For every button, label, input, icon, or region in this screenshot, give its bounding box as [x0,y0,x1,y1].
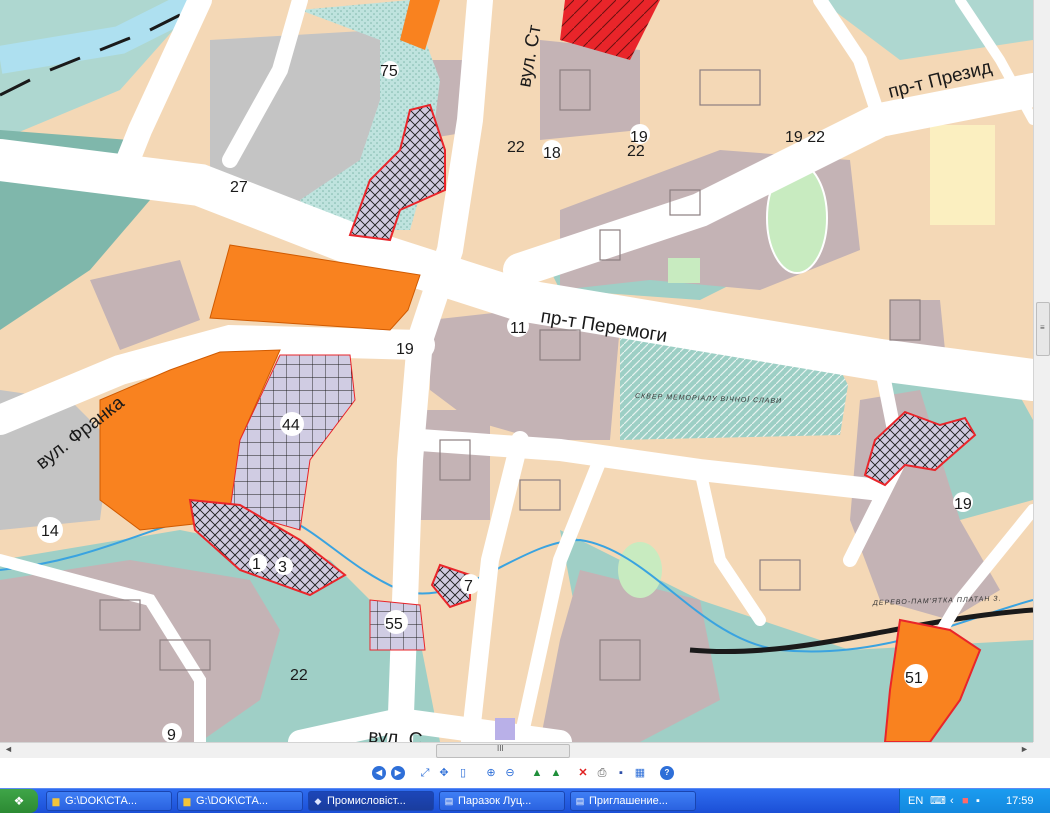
map-toolbar: ◀ ▶ ⤢ ✥ ▯ ⊕ ⊖ ▲ ▲ ✕ ⎙ ▪ ▦ ? [0,758,1050,788]
measure-up-icon[interactable]: ▲ [530,766,544,780]
vertical-scrollbar[interactable]: ≡ [1033,0,1050,742]
scroll-left-arrow[interactable]: ◄ [4,744,13,754]
zoom-out-icon[interactable]: ⊖ [503,766,517,780]
scrollbar-corner [1033,742,1050,758]
horizontal-scroll-thumb[interactable]: III [436,744,570,758]
house-number: 3 [278,559,287,576]
delete-icon[interactable]: ✕ [576,766,590,780]
blue-parcel [495,718,515,740]
sports-field [618,542,662,598]
sports-field [668,258,700,283]
house-number: 14 [41,523,59,540]
antivirus-icon[interactable]: ■ [962,789,969,813]
taskbar-item-map-app[interactable]: ◆ Промисловіст... [308,791,434,811]
map-app-icon: ◆ [314,796,322,806]
house-number: 7 [464,578,473,595]
map-view[interactable]: пр-т Перемоги вул. Франка пр-т Презид ву… [0,0,1033,742]
taskbar-item-folder-1[interactable]: ▆ G:\DOK\СТА... [46,791,172,811]
house-number: 22 [290,667,308,684]
pan-icon[interactable]: ✥ [437,766,451,780]
zoom-in-icon[interactable]: ⊕ [484,766,498,780]
taskbar-item-document-2[interactable]: ▤ Приглашение... [570,791,696,811]
taskbar-item-document-1[interactable]: ▤ Паразок Луц... [439,791,565,811]
network-icon[interactable]: ▪ [976,789,980,813]
yellow-building [930,125,995,225]
house-number: 22 [627,143,645,160]
house-number: 19 [954,496,972,513]
vertical-scroll-thumb[interactable]: ≡ [1036,302,1050,356]
street-label-bottom: вул. С [368,726,423,742]
clock: 17:59 [1006,795,1034,807]
house-number: 18 [543,145,561,162]
windows-logo-icon: ❖ [13,794,25,808]
taskbar-item-folder-2[interactable]: ▆ G:\DOK\СТА... [177,791,303,811]
start-button[interactable]: ❖ [0,789,38,813]
taskbar: ❖ ▆ G:\DOK\СТА... ▆ G:\DOK\СТА... ◆ Промисл… [0,788,1050,813]
prev-icon[interactable]: ▶ [391,766,405,780]
building-block [0,560,280,742]
desktop-area [0,813,1050,839]
house-number: 75 [380,63,398,80]
house-number: 44 [282,417,300,434]
map-canvas[interactable]: пр-т Перемоги вул. Франка пр-т Презид ву… [0,0,1033,742]
house-number: 1 [252,556,261,573]
house-number: 9 [167,727,176,742]
save-icon[interactable]: ▪ [614,766,628,780]
zoom-extent-icon[interactable]: ⤢ [418,766,432,780]
house-number: 51 [905,670,923,687]
house-number: 55 [385,616,403,633]
house-number: 19 [396,341,414,358]
help-icon[interactable]: ? [660,766,674,780]
folder-icon: ▆ [183,796,191,806]
house-number: 11 [510,320,527,337]
horizontal-scrollbar[interactable]: ◄ III ► [0,742,1033,758]
first-icon[interactable]: ◀ [372,766,386,780]
language-indicator[interactable]: EN [908,789,923,813]
system-tray: EN ⌨ ‹ ■ ▪ 17:59 [899,789,1050,813]
house-number: 22 [507,139,525,156]
house-number: 27 [230,179,248,196]
scroll-right-arrow[interactable]: ► [1020,744,1029,754]
keyboard-icon[interactable]: ⌨ [930,789,946,813]
select-icon[interactable]: ▯ [456,766,470,780]
house-number: 19 22 [785,129,825,146]
building-block [420,410,490,520]
document-icon: ▤ [575,796,585,806]
layers-icon[interactable]: ▦ [633,766,647,780]
folder-icon: ▆ [52,796,60,806]
tray-expand-icon[interactable]: ‹ [950,789,954,813]
document-icon: ▤ [444,796,454,806]
print-icon[interactable]: ⎙ [595,766,609,780]
measure-down-icon[interactable]: ▲ [549,766,563,780]
